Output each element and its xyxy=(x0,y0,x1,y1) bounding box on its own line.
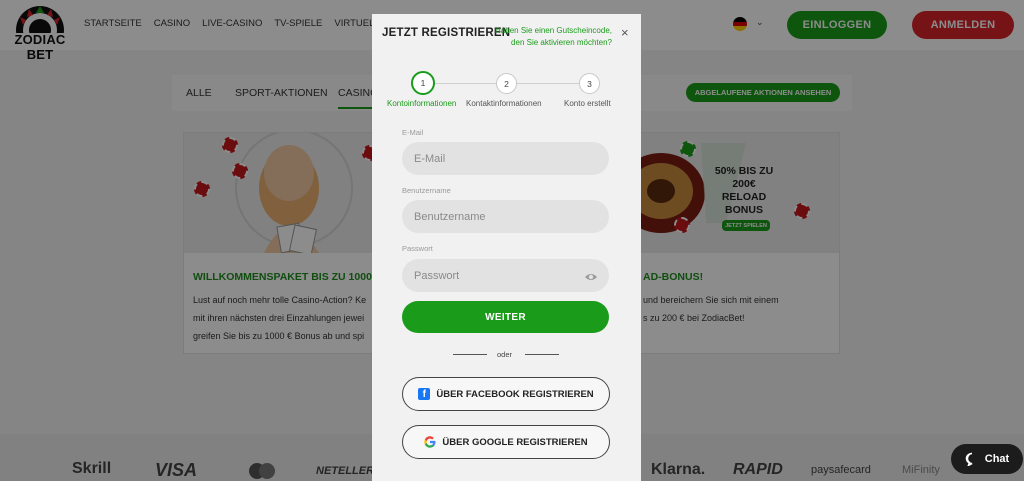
show-password-icon[interactable] xyxy=(584,270,598,284)
step-1-label: Kontoinformationen xyxy=(387,99,457,108)
step-3-indicator: 3 xyxy=(579,73,600,94)
registration-modal: JETZT REGISTRIEREN Haben Sie einen Gutsc… xyxy=(372,14,641,481)
step-2-indicator: 2 xyxy=(496,73,517,94)
username-field[interactable] xyxy=(402,200,609,233)
voucher-code-link[interactable]: Haben Sie einen Gutscheincode, den Sie a… xyxy=(492,25,612,49)
continue-button[interactable]: WEITER xyxy=(402,301,609,333)
google-icon xyxy=(424,436,436,448)
step-connector xyxy=(434,83,496,84)
password-field[interactable] xyxy=(402,259,609,292)
divider-line xyxy=(453,354,487,355)
step-2-label: Kontaktinformationen xyxy=(466,99,542,108)
google-register-button[interactable]: ÜBER GOOGLE REGISTRIEREN xyxy=(402,425,610,459)
password-label: Passwort xyxy=(402,244,433,253)
chat-bubble-icon xyxy=(965,452,979,467)
facebook-register-button[interactable]: f ÜBER FACEBOOK REGISTRIEREN xyxy=(402,377,610,411)
username-label: Benutzername xyxy=(402,186,451,195)
facebook-icon: f xyxy=(418,388,431,400)
step-1-indicator: 1 xyxy=(411,71,435,95)
chat-button[interactable]: Chat xyxy=(951,444,1023,474)
step-connector xyxy=(517,83,579,84)
divider-line xyxy=(525,354,559,355)
facebook-register-label: ÜBER FACEBOOK REGISTRIEREN xyxy=(436,388,594,400)
step-3-label: Konto erstellt xyxy=(564,99,611,108)
chat-label: Chat xyxy=(984,453,1010,465)
close-icon[interactable]: × xyxy=(621,25,629,40)
google-register-label: ÜBER GOOGLE REGISTRIEREN xyxy=(442,436,588,448)
email-label: E-Mail xyxy=(402,128,424,137)
or-divider-text: oder xyxy=(497,350,513,359)
email-field[interactable] xyxy=(402,142,609,175)
modal-title: JETZT REGISTRIEREN xyxy=(382,27,511,39)
